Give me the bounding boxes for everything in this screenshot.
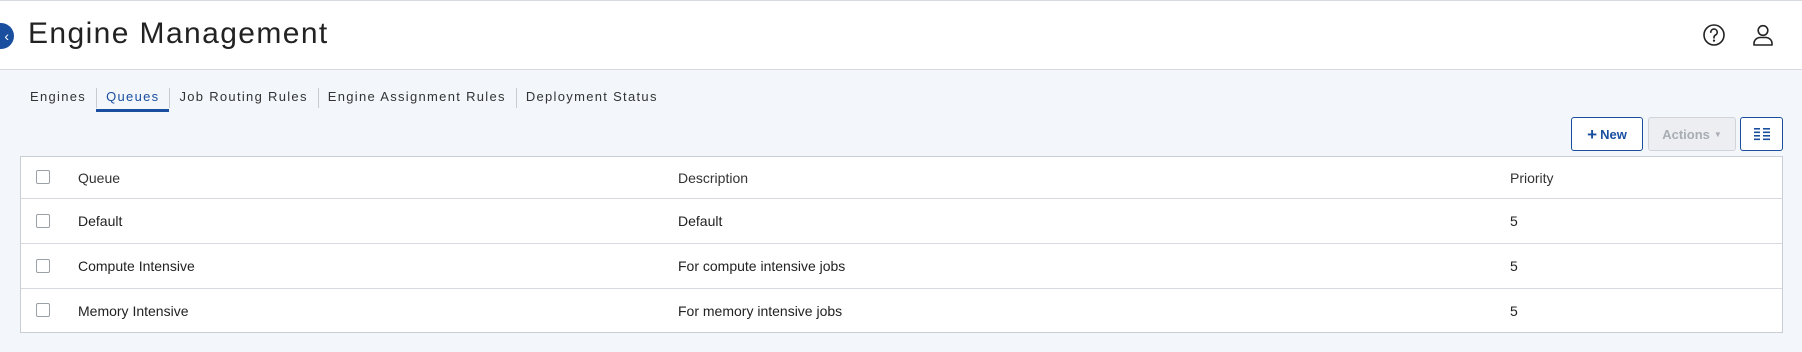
tab-job-routing-rules[interactable]: Job Routing Rules <box>169 86 317 110</box>
new-button[interactable]: + New <box>1571 117 1643 151</box>
queue-priority: 5 <box>1510 258 1518 274</box>
help-icon[interactable] <box>1699 20 1729 50</box>
new-button-label: New <box>1600 126 1627 142</box>
queue-description: Default <box>678 213 723 229</box>
plus-icon: + <box>1587 124 1598 144</box>
actions-dropdown-button[interactable]: Actions ▼ <box>1648 117 1736 151</box>
app-header: ‹ Engine Management <box>0 0 1802 70</box>
select-all-checkbox[interactable] <box>36 170 50 184</box>
table-row[interactable]: Memory Intensive For memory intensive jo… <box>21 289 1782 332</box>
row-checkbox[interactable] <box>36 303 50 317</box>
table-row[interactable]: Compute Intensive For compute intensive … <box>21 244 1782 289</box>
column-header-description[interactable]: Description <box>678 157 748 198</box>
column-header-queue[interactable]: Queue <box>78 157 120 198</box>
tab-queues[interactable]: Queues <box>96 86 170 112</box>
tab-bar: Engines Queues Job Routing Rules Engine … <box>20 86 668 112</box>
queue-description: For memory intensive jobs <box>678 302 843 319</box>
queue-description: For compute intensive jobs <box>678 258 846 274</box>
app-menu-badge[interactable]: ‹ <box>0 23 14 49</box>
caret-down-icon: ▼ <box>1713 129 1722 139</box>
column-header-priority[interactable]: Priority <box>1510 157 1554 198</box>
queue-priority: 5 <box>1510 302 1518 319</box>
column-list-icon <box>1753 128 1770 141</box>
tab-engine-assignment-rules[interactable]: Engine Assignment Rules <box>317 86 516 110</box>
tab-deployment-status[interactable]: Deployment Status <box>515 86 668 110</box>
row-checkbox[interactable] <box>36 214 50 228</box>
queues-table: Queue Description Priority Default Defau… <box>20 156 1783 333</box>
queue-name: Memory Intensive <box>78 302 189 319</box>
queue-name: Compute Intensive <box>78 258 195 274</box>
table-row[interactable]: Default Default 5 <box>21 199 1782 244</box>
actions-button-label: Actions <box>1662 126 1710 142</box>
queue-priority: 5 <box>1510 213 1518 229</box>
queue-name: Default <box>78 213 123 229</box>
column-settings-button[interactable] <box>1740 117 1783 151</box>
row-checkbox[interactable] <box>36 259 50 273</box>
tab-engines[interactable]: Engines <box>20 86 96 110</box>
page-title: Engine Management <box>28 17 329 50</box>
table-header-row: Queue Description Priority <box>21 157 1782 199</box>
user-profile-icon[interactable] <box>1748 20 1778 50</box>
